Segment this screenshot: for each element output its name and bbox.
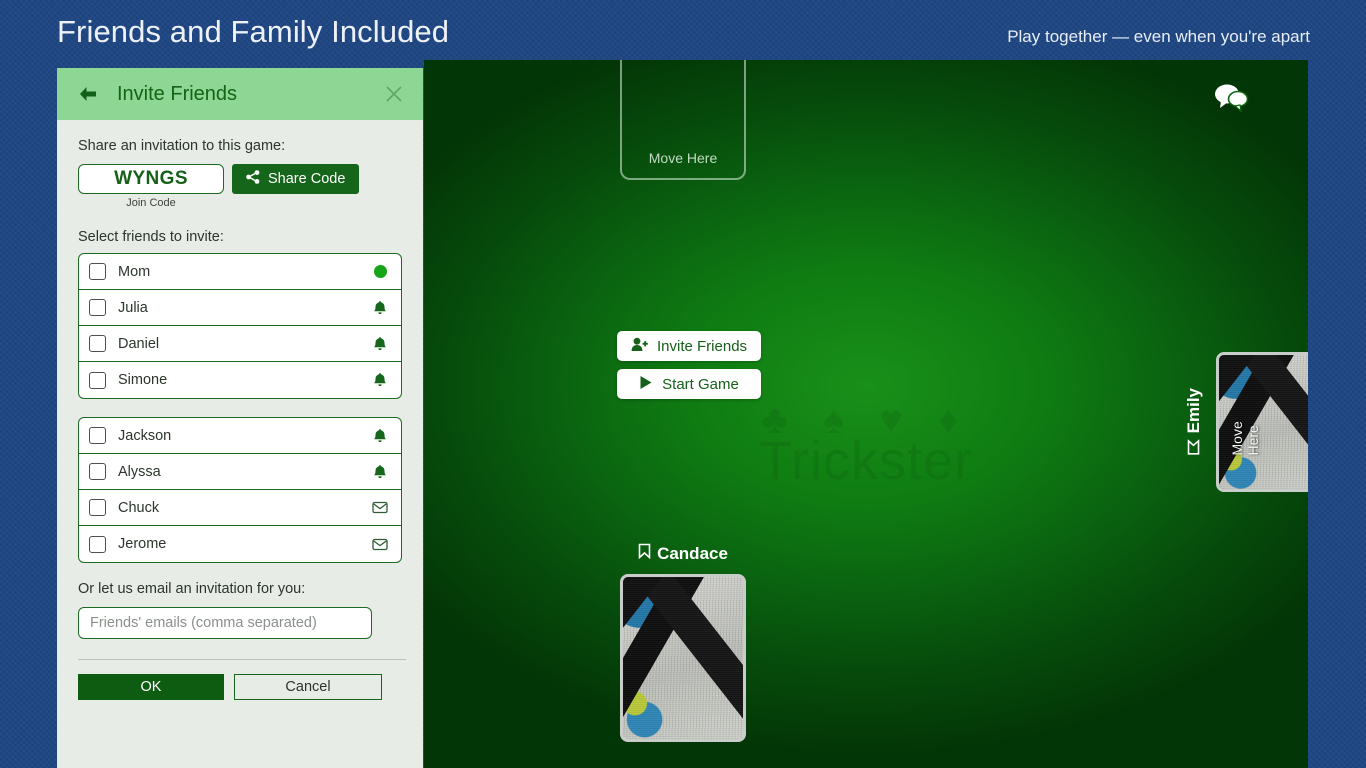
friend-checkbox[interactable] <box>89 371 106 389</box>
chat-bubbles-icon[interactable] <box>1210 80 1250 114</box>
player-name-row: Emily <box>1184 388 1204 455</box>
watermark-suits: ♣ ♠ ♥ ♦ <box>761 398 971 442</box>
close-icon[interactable] <box>381 81 407 107</box>
invite-friends-button[interactable]: Invite Friends <box>617 331 762 361</box>
friend-name: Alyssa <box>118 463 161 480</box>
bell-icon <box>371 336 389 352</box>
player-name-row: Candace <box>620 543 746 564</box>
friend-group-2: Jackson Alyssa Chuck Jerome <box>78 417 402 563</box>
email-invitation-label: Or let us email an invitation for you: <box>78 581 306 597</box>
list-item[interactable]: Simone <box>79 362 401 398</box>
player-candace: Candace <box>620 543 746 742</box>
dialog-footer: OK Cancel <box>57 660 423 700</box>
friend-checkbox[interactable] <box>89 299 106 316</box>
cancel-button[interactable]: Cancel <box>234 674 382 700</box>
start-game-button[interactable]: Start Game <box>617 369 762 399</box>
play-icon <box>639 375 653 394</box>
friend-group-1: Mom Julia Daniel Simone <box>78 253 402 399</box>
page-title: Friends and Family Included <box>57 14 450 49</box>
person-add-icon <box>631 337 648 356</box>
join-code-row: WYNGS Join Code Share Code <box>78 164 402 209</box>
join-code-value[interactable]: WYNGS <box>78 164 224 194</box>
list-item[interactable]: Daniel <box>79 326 401 362</box>
game-table: ♣ ♠ ♥ ♦ Trickster Move Here Invite Frien… <box>424 60 1308 768</box>
bell-icon <box>371 372 389 388</box>
start-game-label: Start Game <box>662 375 739 393</box>
ok-button[interactable]: OK <box>78 674 224 700</box>
share-code-label: Share Code <box>268 171 346 187</box>
player-name-label: Candace <box>657 543 728 563</box>
list-item[interactable]: Mom <box>79 254 401 290</box>
friend-name: Jackson <box>118 427 172 444</box>
friend-checkbox[interactable] <box>89 499 106 516</box>
friend-checkbox[interactable] <box>89 427 106 444</box>
friend-name: Daniel <box>118 335 160 352</box>
watermark-word: Trickster <box>759 431 973 491</box>
friend-checkbox[interactable] <box>89 263 106 280</box>
share-code-button[interactable]: Share Code <box>232 164 360 194</box>
email-input[interactable] <box>78 607 372 639</box>
bell-icon <box>371 300 389 316</box>
drop-slot-top[interactable]: Move Here <box>620 60 746 180</box>
friend-name: Simone <box>118 372 168 388</box>
player-card-candace[interactable] <box>620 574 746 742</box>
slot-label: Move Here <box>1229 421 1261 456</box>
page-tagline: Play together — even when you're apart <box>1007 27 1310 46</box>
list-item[interactable]: Jackson <box>79 418 401 454</box>
envelope-icon <box>371 538 389 551</box>
card-back-art <box>623 577 743 739</box>
player-emily: Emily Move Here <box>1184 352 1308 492</box>
join-code-caption: Join Code <box>126 197 176 209</box>
share-icon <box>246 170 260 188</box>
drop-slot-right[interactable]: Move Here <box>1216 352 1308 492</box>
envelope-icon <box>371 501 389 514</box>
friend-name: Jerome <box>118 536 167 552</box>
select-friends-label: Select friends to invite: <box>78 229 224 245</box>
app-root: Friends and Family Included Play togethe… <box>0 0 1366 768</box>
bell-icon <box>371 428 389 444</box>
arrow-left-icon[interactable] <box>77 83 99 105</box>
friend-name: Chuck <box>118 499 160 516</box>
list-item[interactable]: Julia <box>79 290 401 326</box>
list-item[interactable]: Jerome <box>79 526 401 562</box>
slot-label: Move Here <box>648 150 718 166</box>
invite-friends-dialog: Invite Friends Share an invitation to th… <box>57 68 423 768</box>
bell-icon <box>371 464 389 480</box>
bookmark-icon <box>638 543 651 564</box>
dialog-body: Share an invitation to this game: WYNGS … <box>57 120 423 660</box>
share-invitation-label: Share an invitation to this game: <box>78 138 286 154</box>
online-dot-icon <box>371 265 389 278</box>
dialog-header: Invite Friends <box>57 68 423 120</box>
invite-friends-label: Invite Friends <box>657 337 748 355</box>
bookmark-icon <box>1184 439 1204 456</box>
list-item[interactable]: Chuck <box>79 490 401 526</box>
friend-checkbox[interactable] <box>89 535 106 553</box>
dialog-title: Invite Friends <box>117 82 238 105</box>
friend-name: Mom <box>118 263 151 280</box>
friend-checkbox[interactable] <box>89 335 106 352</box>
center-actions: Invite Friends Start Game <box>617 331 762 399</box>
player-name-label: Emily <box>1184 388 1203 434</box>
friend-name: Julia <box>118 299 148 316</box>
table-watermark: ♣ ♠ ♥ ♦ Trickster <box>656 400 1076 492</box>
friend-checkbox[interactable] <box>89 463 106 480</box>
list-item[interactable]: Alyssa <box>79 454 401 490</box>
